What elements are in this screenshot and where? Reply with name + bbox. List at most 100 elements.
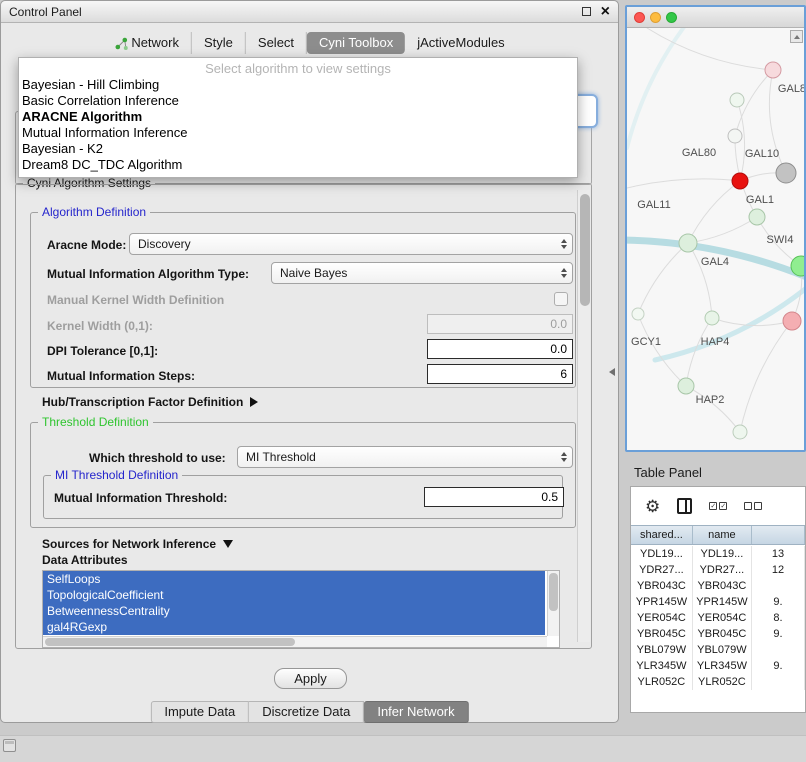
tab-impute-data[interactable]: Impute Data: [150, 701, 249, 723]
deselect-all-icon[interactable]: [744, 502, 762, 510]
panel-splitter-collapse-icon[interactable]: [609, 368, 615, 376]
network-node[interactable]: [733, 425, 747, 439]
tab-style[interactable]: Style: [192, 32, 246, 54]
network-edge[interactable]: [688, 243, 712, 318]
network-view-window: GAL8GAL80GAL10GAL11GAL1SWI4GAL4GCY1HAP4H…: [625, 5, 806, 452]
minimize-traffic-light-icon[interactable]: [650, 12, 661, 23]
attribute-item[interactable]: gal4RGexp: [43, 619, 545, 635]
control-panel-titlebar[interactable]: Control Panel ×: [1, 1, 618, 23]
algorithm-popup-item[interactable]: Basic Correlation Inference: [19, 93, 577, 109]
table-row[interactable]: YER054CYER054C8.: [631, 610, 805, 626]
attributes-vertical-scrollbar[interactable]: [547, 571, 559, 636]
network-node[interactable]: [732, 173, 748, 189]
mi-steps-field[interactable]: 6: [427, 364, 573, 384]
network-node[interactable]: [783, 312, 801, 330]
network-edge[interactable]: [638, 314, 686, 386]
combo-arrows-icon: [556, 239, 572, 249]
scrollbar-thumb[interactable]: [549, 573, 558, 611]
apply-button[interactable]: Apply: [274, 668, 347, 689]
kernel-width-field[interactable]: 0.0: [427, 314, 573, 334]
network-node[interactable]: [765, 62, 781, 78]
tab-infer-network[interactable]: Infer Network: [364, 701, 468, 723]
hub-definition-label: Hub/Transcription Factor Definition: [42, 395, 243, 409]
algorithm-popup-item[interactable]: Bayesian - K2: [19, 141, 577, 157]
table-row[interactable]: YLR052CYLR052C: [631, 674, 805, 690]
data-attributes-list[interactable]: SelfLoopsTopologicalCoefficientBetweenne…: [42, 570, 560, 648]
table-row[interactable]: YBR043CYBR043C: [631, 578, 805, 594]
network-canvas[interactable]: GAL8GAL80GAL10GAL11GAL1SWI4GAL4GCY1HAP4H…: [627, 28, 804, 450]
scrollbar-thumb[interactable]: [580, 194, 590, 306]
network-edge[interactable]: [627, 28, 687, 148]
gear-icon[interactable]: ⚙: [645, 498, 660, 515]
table-row[interactable]: YPR145WYPR145W9.: [631, 594, 805, 610]
manual-kernel-checkbox[interactable]: [554, 292, 568, 306]
settings-vertical-scrollbar[interactable]: [577, 190, 590, 642]
network-edge[interactable]: [688, 181, 740, 243]
attribute-item[interactable]: SelfLoops: [43, 571, 545, 587]
sources-toggle[interactable]: Sources for Network Inference: [42, 535, 233, 553]
attribute-item[interactable]: BetweennessCentrality: [43, 603, 545, 619]
which-threshold-value: MI Threshold: [246, 450, 556, 464]
table-row[interactable]: YDR27...YDR27...12: [631, 562, 805, 578]
table-row[interactable]: YDL19...YDL19...13: [631, 546, 805, 562]
sources-label: Sources for Network Inference: [42, 537, 216, 551]
network-edge[interactable]: [686, 386, 740, 432]
network-node-label: GAL11: [637, 199, 670, 211]
tab-network[interactable]: Network: [102, 32, 192, 54]
tab-discretize-data[interactable]: Discretize Data: [249, 701, 364, 723]
column-header-shared-name[interactable]: shared...: [631, 526, 693, 544]
network-node[interactable]: [705, 311, 719, 325]
table-row[interactable]: YBR045CYBR045C9.: [631, 626, 805, 642]
data-attributes-label: Data Attributes: [42, 553, 128, 567]
close-icon[interactable]: ×: [601, 5, 610, 19]
mi-type-select[interactable]: Naive Bayes: [271, 262, 573, 284]
column-header-name[interactable]: name: [693, 526, 752, 544]
table-row[interactable]: YLR345WYLR345W9.: [631, 658, 805, 674]
hub-definition-toggle[interactable]: Hub/Transcription Factor Definition: [42, 393, 258, 411]
tab-jactivemodules[interactable]: jActiveModules: [405, 32, 516, 54]
network-edge[interactable]: [627, 179, 740, 188]
table-cell: [752, 642, 805, 658]
dpi-tolerance-field[interactable]: 0.0: [427, 339, 573, 359]
attribute-item[interactable]: TopologicalCoefficient: [43, 587, 545, 603]
network-node[interactable]: [749, 209, 765, 225]
table-row[interactable]: YBL079WYBL079W: [631, 642, 805, 658]
zoom-traffic-light-icon[interactable]: [666, 12, 677, 23]
network-edge[interactable]: [740, 321, 792, 432]
scrollbar-thumb[interactable]: [45, 638, 295, 646]
scroll-up-button[interactable]: [790, 30, 803, 43]
minimized-panel-icon[interactable]: [3, 739, 16, 752]
network-node[interactable]: [679, 234, 697, 252]
network-node[interactable]: [728, 129, 742, 143]
which-threshold-select[interactable]: MI Threshold: [237, 446, 573, 468]
network-edge[interactable]: [647, 28, 773, 70]
column-header-extra[interactable]: [752, 526, 805, 544]
attributes-horizontal-scrollbar[interactable]: [43, 636, 547, 647]
float-window-icon[interactable]: [582, 7, 591, 16]
network-svg: GAL8GAL80GAL10GAL11GAL1SWI4GAL4GCY1HAP4H…: [627, 28, 804, 452]
algorithm-popup-item[interactable]: Dream8 DC_TDC Algorithm: [19, 157, 577, 173]
tab-select[interactable]: Select: [246, 32, 307, 54]
network-edge[interactable]: [638, 243, 688, 314]
network-node[interactable]: [678, 378, 694, 394]
tab-cyni-toolbox[interactable]: Cyni Toolbox: [307, 32, 405, 54]
network-window-titlebar[interactable]: [627, 7, 804, 28]
algorithm-popup-item[interactable]: ARACNE Algorithm: [19, 109, 577, 125]
network-node[interactable]: [776, 163, 796, 183]
algorithm-popup-item[interactable]: Mutual Information Inference: [19, 125, 577, 141]
table-cell: [752, 578, 805, 594]
aracne-mode-select[interactable]: Discovery: [129, 233, 573, 255]
network-node[interactable]: [632, 308, 644, 320]
mi-threshold-field[interactable]: 0.5: [424, 487, 564, 507]
table-cell: YBR043C: [693, 578, 752, 594]
select-all-icon[interactable]: ✓✓: [709, 502, 727, 510]
column-selector-icon[interactable]: [677, 498, 692, 514]
algorithm-definition-group: Algorithm Definition Aracne Mode: Discov…: [30, 212, 576, 388]
network-edge[interactable]: [688, 217, 757, 243]
dpi-tolerance-label: DPI Tolerance [0,1]:: [47, 344, 158, 358]
close-traffic-light-icon[interactable]: [634, 12, 645, 23]
network-node[interactable]: [730, 93, 744, 107]
algorithm-popup-item[interactable]: Bayesian - Hill Climbing: [19, 77, 577, 93]
table-cell: YDR27...: [693, 562, 752, 578]
mi-type-label: Mutual Information Algorithm Type:: [47, 267, 249, 281]
